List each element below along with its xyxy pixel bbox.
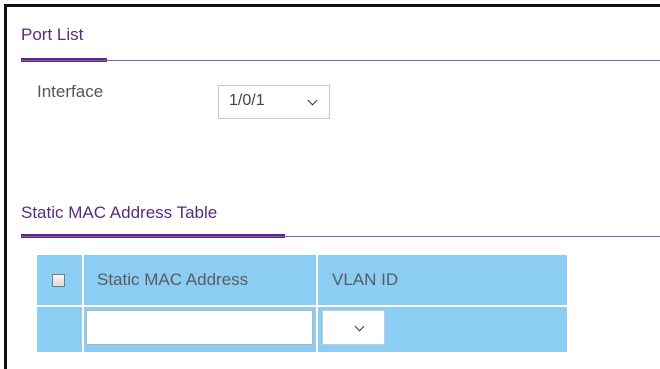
- port-list-title: Port List: [21, 25, 84, 44]
- static-mac-table-divider: [21, 236, 660, 237]
- table-column-separator: [82, 255, 84, 352]
- interface-select-value: 1/0/1: [229, 92, 265, 109]
- interface-select[interactable]: 1/0/1: [218, 85, 330, 119]
- interface-label: Interface: [37, 82, 104, 101]
- select-all-checkbox[interactable]: [52, 274, 65, 287]
- column-header-static-mac-address: Static MAC Address: [97, 270, 249, 289]
- column-header-vlan-id: VLAN ID: [332, 270, 399, 289]
- vlan-id-select[interactable]: [322, 310, 385, 345]
- table-row-separator: [37, 305, 567, 307]
- port-list-divider: [21, 60, 660, 61]
- table-column-separator: [316, 255, 318, 352]
- static-mac-address-input[interactable]: [86, 310, 313, 345]
- chevron-down-icon: [307, 95, 318, 106]
- chevron-down-icon: [354, 321, 365, 332]
- static-mac-table-title: Static MAC Address Table: [21, 203, 218, 222]
